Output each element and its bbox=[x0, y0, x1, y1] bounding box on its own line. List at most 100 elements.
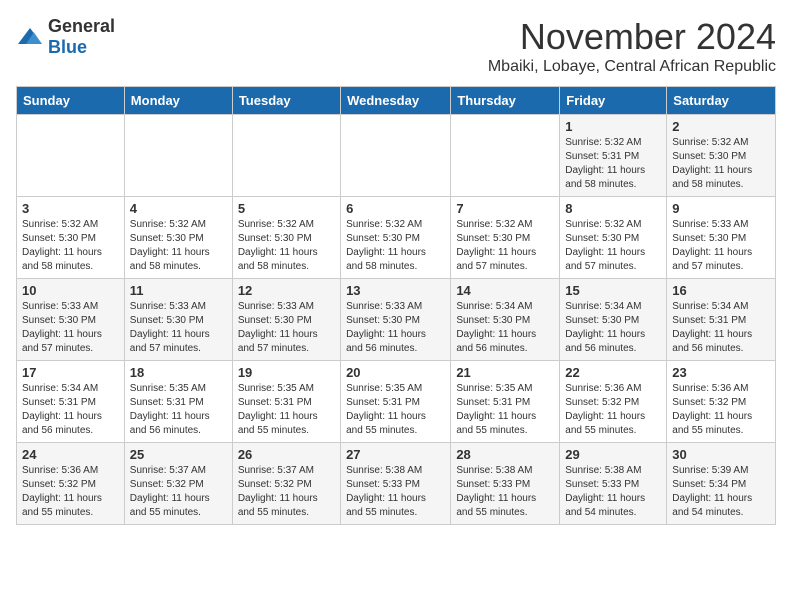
day-number: 16 bbox=[672, 283, 770, 298]
calendar-cell: 7 Sunrise: 5:32 AMSunset: 5:30 PMDayligh… bbox=[451, 197, 560, 279]
weekday-header-sunday: Sunday bbox=[17, 87, 125, 115]
logo-blue: Blue bbox=[48, 37, 87, 57]
day-info: Sunrise: 5:38 AMSunset: 5:33 PMDaylight:… bbox=[346, 465, 426, 518]
calendar-cell: 14 Sunrise: 5:34 AMSunset: 5:30 PMDaylig… bbox=[451, 279, 560, 361]
calendar-cell: 17 Sunrise: 5:34 AMSunset: 5:31 PMDaylig… bbox=[17, 361, 125, 443]
day-number: 15 bbox=[565, 283, 661, 298]
day-info: Sunrise: 5:32 AMSunset: 5:31 PMDaylight:… bbox=[565, 137, 645, 190]
day-number: 7 bbox=[456, 201, 554, 216]
calendar-cell: 24 Sunrise: 5:36 AMSunset: 5:32 PMDaylig… bbox=[17, 443, 125, 525]
calendar-cell: 4 Sunrise: 5:32 AMSunset: 5:30 PMDayligh… bbox=[124, 197, 232, 279]
calendar-cell: 6 Sunrise: 5:32 AMSunset: 5:30 PMDayligh… bbox=[341, 197, 451, 279]
calendar-cell: 22 Sunrise: 5:36 AMSunset: 5:32 PMDaylig… bbox=[560, 361, 667, 443]
month-title: November 2024 bbox=[488, 16, 776, 58]
calendar-cell: 2 Sunrise: 5:32 AMSunset: 5:30 PMDayligh… bbox=[667, 115, 776, 197]
day-info: Sunrise: 5:34 AMSunset: 5:30 PMDaylight:… bbox=[565, 301, 645, 354]
day-info: Sunrise: 5:32 AMSunset: 5:30 PMDaylight:… bbox=[456, 219, 536, 272]
calendar-cell: 29 Sunrise: 5:38 AMSunset: 5:33 PMDaylig… bbox=[560, 443, 667, 525]
day-info: Sunrise: 5:37 AMSunset: 5:32 PMDaylight:… bbox=[130, 465, 210, 518]
day-number: 18 bbox=[130, 365, 227, 380]
calendar-week-row: 10 Sunrise: 5:33 AMSunset: 5:30 PMDaylig… bbox=[17, 279, 776, 361]
calendar-cell bbox=[451, 115, 560, 197]
weekday-header-wednesday: Wednesday bbox=[341, 87, 451, 115]
calendar-cell: 11 Sunrise: 5:33 AMSunset: 5:30 PMDaylig… bbox=[124, 279, 232, 361]
day-number: 29 bbox=[565, 447, 661, 462]
calendar-cell bbox=[232, 115, 340, 197]
calendar-cell: 1 Sunrise: 5:32 AMSunset: 5:31 PMDayligh… bbox=[560, 115, 667, 197]
day-number: 24 bbox=[22, 447, 119, 462]
calendar-cell: 3 Sunrise: 5:32 AMSunset: 5:30 PMDayligh… bbox=[17, 197, 125, 279]
calendar-cell: 18 Sunrise: 5:35 AMSunset: 5:31 PMDaylig… bbox=[124, 361, 232, 443]
weekday-header-tuesday: Tuesday bbox=[232, 87, 340, 115]
day-info: Sunrise: 5:32 AMSunset: 5:30 PMDaylight:… bbox=[130, 219, 210, 272]
day-number: 19 bbox=[238, 365, 335, 380]
day-info: Sunrise: 5:35 AMSunset: 5:31 PMDaylight:… bbox=[456, 383, 536, 436]
day-info: Sunrise: 5:38 AMSunset: 5:33 PMDaylight:… bbox=[565, 465, 645, 518]
weekday-header-saturday: Saturday bbox=[667, 87, 776, 115]
page-header: General Blue November 2024 Mbaiki, Lobay… bbox=[16, 16, 776, 76]
calendar-cell: 30 Sunrise: 5:39 AMSunset: 5:34 PMDaylig… bbox=[667, 443, 776, 525]
calendar-week-row: 24 Sunrise: 5:36 AMSunset: 5:32 PMDaylig… bbox=[17, 443, 776, 525]
location-title: Mbaiki, Lobaye, Central African Republic bbox=[488, 58, 776, 76]
day-number: 2 bbox=[672, 119, 770, 134]
day-number: 1 bbox=[565, 119, 661, 134]
calendar-table: SundayMondayTuesdayWednesdayThursdayFrid… bbox=[16, 86, 776, 525]
day-info: Sunrise: 5:33 AMSunset: 5:30 PMDaylight:… bbox=[130, 301, 210, 354]
calendar-cell: 25 Sunrise: 5:37 AMSunset: 5:32 PMDaylig… bbox=[124, 443, 232, 525]
day-number: 27 bbox=[346, 447, 445, 462]
day-number: 25 bbox=[130, 447, 227, 462]
weekday-header-monday: Monday bbox=[124, 87, 232, 115]
day-number: 6 bbox=[346, 201, 445, 216]
day-info: Sunrise: 5:32 AMSunset: 5:30 PMDaylight:… bbox=[22, 219, 102, 272]
weekday-header-thursday: Thursday bbox=[451, 87, 560, 115]
calendar-cell: 15 Sunrise: 5:34 AMSunset: 5:30 PMDaylig… bbox=[560, 279, 667, 361]
logo-text: General Blue bbox=[48, 16, 115, 58]
day-info: Sunrise: 5:36 AMSunset: 5:32 PMDaylight:… bbox=[22, 465, 102, 518]
day-info: Sunrise: 5:37 AMSunset: 5:32 PMDaylight:… bbox=[238, 465, 318, 518]
day-number: 10 bbox=[22, 283, 119, 298]
weekday-header-friday: Friday bbox=[560, 87, 667, 115]
day-info: Sunrise: 5:34 AMSunset: 5:31 PMDaylight:… bbox=[672, 301, 752, 354]
day-info: Sunrise: 5:33 AMSunset: 5:30 PMDaylight:… bbox=[22, 301, 102, 354]
day-info: Sunrise: 5:36 AMSunset: 5:32 PMDaylight:… bbox=[672, 383, 752, 436]
calendar-cell: 10 Sunrise: 5:33 AMSunset: 5:30 PMDaylig… bbox=[17, 279, 125, 361]
title-block: November 2024 Mbaiki, Lobaye, Central Af… bbox=[488, 16, 776, 76]
day-number: 23 bbox=[672, 365, 770, 380]
day-info: Sunrise: 5:32 AMSunset: 5:30 PMDaylight:… bbox=[565, 219, 645, 272]
logo: General Blue bbox=[16, 16, 115, 58]
day-info: Sunrise: 5:39 AMSunset: 5:34 PMDaylight:… bbox=[672, 465, 752, 518]
logo-icon bbox=[16, 26, 44, 48]
day-number: 11 bbox=[130, 283, 227, 298]
day-number: 3 bbox=[22, 201, 119, 216]
calendar-cell: 27 Sunrise: 5:38 AMSunset: 5:33 PMDaylig… bbox=[341, 443, 451, 525]
calendar-week-row: 3 Sunrise: 5:32 AMSunset: 5:30 PMDayligh… bbox=[17, 197, 776, 279]
day-number: 17 bbox=[22, 365, 119, 380]
day-info: Sunrise: 5:38 AMSunset: 5:33 PMDaylight:… bbox=[456, 465, 536, 518]
day-number: 30 bbox=[672, 447, 770, 462]
day-info: Sunrise: 5:34 AMSunset: 5:31 PMDaylight:… bbox=[22, 383, 102, 436]
day-number: 13 bbox=[346, 283, 445, 298]
calendar-cell: 21 Sunrise: 5:35 AMSunset: 5:31 PMDaylig… bbox=[451, 361, 560, 443]
calendar-cell bbox=[124, 115, 232, 197]
calendar-cell: 12 Sunrise: 5:33 AMSunset: 5:30 PMDaylig… bbox=[232, 279, 340, 361]
day-number: 26 bbox=[238, 447, 335, 462]
calendar-cell: 13 Sunrise: 5:33 AMSunset: 5:30 PMDaylig… bbox=[341, 279, 451, 361]
day-info: Sunrise: 5:33 AMSunset: 5:30 PMDaylight:… bbox=[346, 301, 426, 354]
day-number: 5 bbox=[238, 201, 335, 216]
day-info: Sunrise: 5:36 AMSunset: 5:32 PMDaylight:… bbox=[565, 383, 645, 436]
calendar-week-row: 1 Sunrise: 5:32 AMSunset: 5:31 PMDayligh… bbox=[17, 115, 776, 197]
calendar-cell: 20 Sunrise: 5:35 AMSunset: 5:31 PMDaylig… bbox=[341, 361, 451, 443]
day-number: 22 bbox=[565, 365, 661, 380]
calendar-cell: 26 Sunrise: 5:37 AMSunset: 5:32 PMDaylig… bbox=[232, 443, 340, 525]
logo-general: General bbox=[48, 16, 115, 36]
calendar-cell: 19 Sunrise: 5:35 AMSunset: 5:31 PMDaylig… bbox=[232, 361, 340, 443]
calendar-cell: 8 Sunrise: 5:32 AMSunset: 5:30 PMDayligh… bbox=[560, 197, 667, 279]
calendar-week-row: 17 Sunrise: 5:34 AMSunset: 5:31 PMDaylig… bbox=[17, 361, 776, 443]
day-number: 8 bbox=[565, 201, 661, 216]
day-info: Sunrise: 5:34 AMSunset: 5:30 PMDaylight:… bbox=[456, 301, 536, 354]
day-number: 28 bbox=[456, 447, 554, 462]
calendar-cell: 5 Sunrise: 5:32 AMSunset: 5:30 PMDayligh… bbox=[232, 197, 340, 279]
day-number: 12 bbox=[238, 283, 335, 298]
calendar-cell: 28 Sunrise: 5:38 AMSunset: 5:33 PMDaylig… bbox=[451, 443, 560, 525]
day-number: 21 bbox=[456, 365, 554, 380]
